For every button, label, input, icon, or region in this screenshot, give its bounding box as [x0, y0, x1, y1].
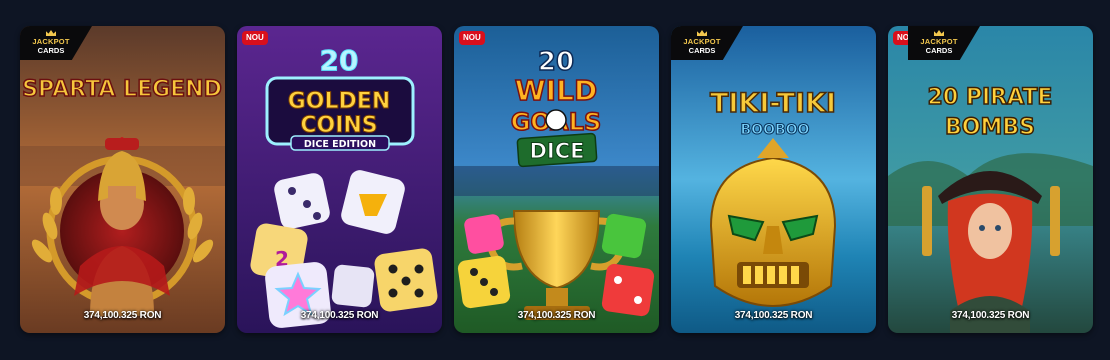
- crown-icon: [934, 30, 944, 36]
- game-title: TIKI-TIKI: [710, 88, 836, 119]
- game-card-20-wild-goals-dice[interactable]: 20 WILD GOALS DICE NOU 374,100.325 RON: [454, 26, 659, 333]
- game-artwork: SPARTA LEGEND: [20, 26, 225, 333]
- jackpot-amount: 374,100.325 RON: [517, 310, 596, 321]
- crown-icon: [46, 30, 56, 36]
- badge-line2: CARDS: [37, 46, 65, 55]
- game-title: WILD: [515, 74, 597, 107]
- game-title-line2: COINS: [300, 113, 377, 138]
- game-card-tiki-tiki-booboo[interactable]: TIKI-TIKI BOOBOO JACKPOT CARDS 374,100.3…: [671, 26, 876, 333]
- game-artwork: 20 WILD GOALS DICE: [454, 26, 659, 333]
- badge-line1: JACKPOT: [920, 37, 958, 46]
- game-title-line2: BOMBS: [945, 115, 1035, 140]
- game-title: 20 PIRATE: [928, 85, 1053, 110]
- game-title-number: 20: [320, 44, 359, 77]
- new-badge: NOU: [242, 31, 268, 45]
- game-artwork: 20 PIRATE BOMBS: [888, 26, 1093, 333]
- game-card-20-pirate-bombs[interactable]: 20 PIRATE BOMBS NOU JACKPOT CARDS 374,10…: [888, 26, 1093, 333]
- game-card-sparta-legend[interactable]: SPARTA LEGEND JACKPOT CARDS 374,100.325 …: [20, 26, 225, 333]
- game-artwork: TIKI-TIKI BOOBOO: [671, 26, 876, 333]
- crown-icon: [697, 30, 707, 36]
- game-subtitle: BOOBOO: [741, 122, 810, 138]
- new-badge: NOU: [459, 31, 485, 45]
- game-subtitle: DICE EDITION: [304, 139, 376, 150]
- game-subtitle: DICE: [529, 139, 584, 163]
- game-card-20-golden-coins[interactable]: 20 GOLDEN COINS DICE EDITION 2 NOU 374,1…: [237, 26, 442, 333]
- jackpot-amount: 374,100.325 RON: [300, 310, 379, 321]
- jackpot-amount: 374,100.325 RON: [951, 310, 1030, 321]
- game-title: SPARTA LEGEND: [22, 77, 222, 102]
- badge-line2: CARDS: [688, 46, 716, 55]
- game-title: GOLDEN: [288, 89, 390, 114]
- jackpot-amount: 374,100.325 RON: [83, 310, 162, 321]
- game-title-number: 20: [538, 47, 574, 77]
- jackpot-amount: 374,100.325 RON: [734, 310, 813, 321]
- game-artwork: 20 GOLDEN COINS DICE EDITION 2: [237, 26, 442, 333]
- badge-line2: CARDS: [925, 46, 953, 55]
- game-carousel: SPARTA LEGEND JACKPOT CARDS 374,100.325 …: [20, 26, 1093, 333]
- badge-line1: JACKPOT: [683, 37, 721, 46]
- badge-line1: JACKPOT: [32, 37, 70, 46]
